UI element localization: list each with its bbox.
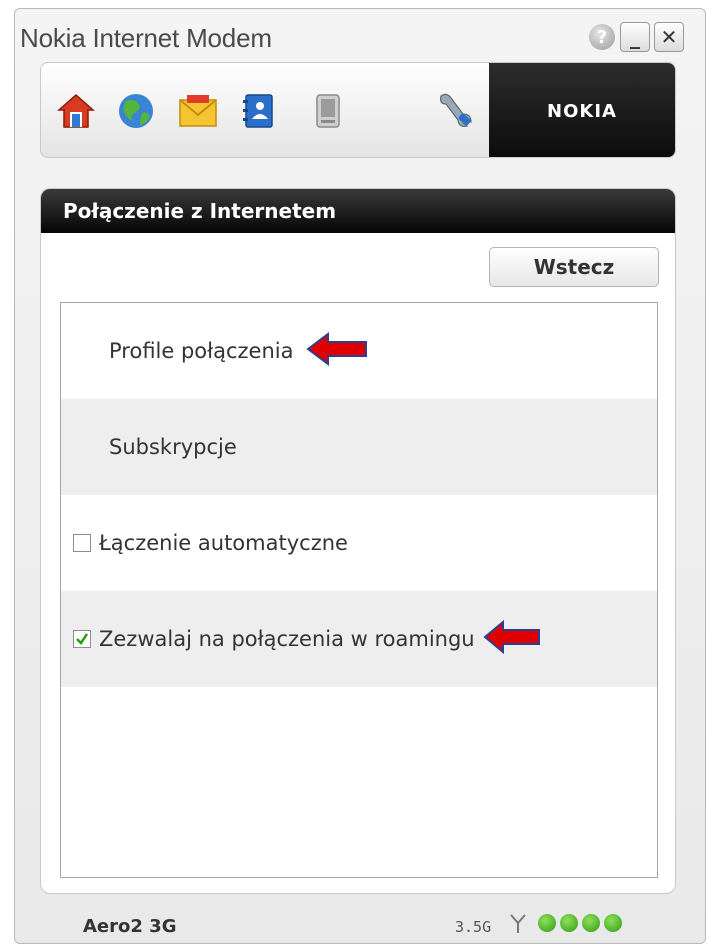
- antenna-icon: [508, 912, 528, 938]
- red-arrow-icon: [305, 331, 368, 371]
- list-item-allow-roaming: Zezwalaj na połączenia w roamingu: [61, 591, 657, 687]
- close-button[interactable]: ✕: [654, 22, 684, 52]
- list-item-connection-profiles[interactable]: Profile połączenia: [61, 303, 657, 399]
- auto-connect-checkbox[interactable]: [73, 534, 91, 552]
- list-item-label: Subskrypcje: [109, 435, 237, 459]
- help-icon: ?: [589, 24, 615, 50]
- envelope-icon[interactable]: [177, 90, 219, 132]
- main-toolbar: NOKIA: [40, 62, 676, 158]
- checkmark-icon: [76, 633, 89, 645]
- list-item-label: Profile połączenia: [109, 339, 294, 363]
- contacts-icon[interactable]: [237, 90, 279, 132]
- list-item-label: Zezwalaj na połączenia w roamingu: [99, 627, 475, 651]
- help-button[interactable]: ?: [587, 22, 617, 52]
- home-icon[interactable]: [55, 90, 97, 132]
- red-arrow-icon: [483, 619, 541, 659]
- signal-strength: [538, 914, 622, 932]
- list-item-subscriptions[interactable]: Subskrypcje: [61, 399, 657, 495]
- globe-icon[interactable]: [115, 90, 157, 132]
- panel-title: Połączenie z Internetem: [41, 189, 675, 233]
- list-item-auto-connect: Łączenie automatyczne: [61, 495, 657, 591]
- connection-panel: Połączenie z Internetem Wstecz Profile p…: [40, 188, 676, 894]
- list-item-label: Łączenie automatyczne: [99, 531, 348, 555]
- settings-list: Profile połączenia Subskrypcje Łączenie …: [60, 302, 658, 878]
- window-title: Nokia Internet Modem: [20, 23, 272, 53]
- signal-dot: [560, 914, 578, 932]
- network-type: 3.5G: [455, 918, 492, 936]
- nokia-logo: NOKIA: [489, 63, 675, 157]
- minimize-button[interactable]: _: [620, 22, 650, 52]
- carrier-name: Aero2 3G: [83, 916, 177, 937]
- wrench-icon[interactable]: [433, 90, 475, 132]
- storage-card-icon[interactable]: [307, 90, 349, 132]
- back-button[interactable]: Wstecz: [489, 247, 659, 287]
- allow-roaming-checkbox[interactable]: [73, 630, 91, 648]
- status-bar: Aero2 3G 3.5G: [14, 908, 706, 942]
- signal-dot: [582, 914, 600, 932]
- signal-dot: [538, 914, 556, 932]
- signal-dot: [604, 914, 622, 932]
